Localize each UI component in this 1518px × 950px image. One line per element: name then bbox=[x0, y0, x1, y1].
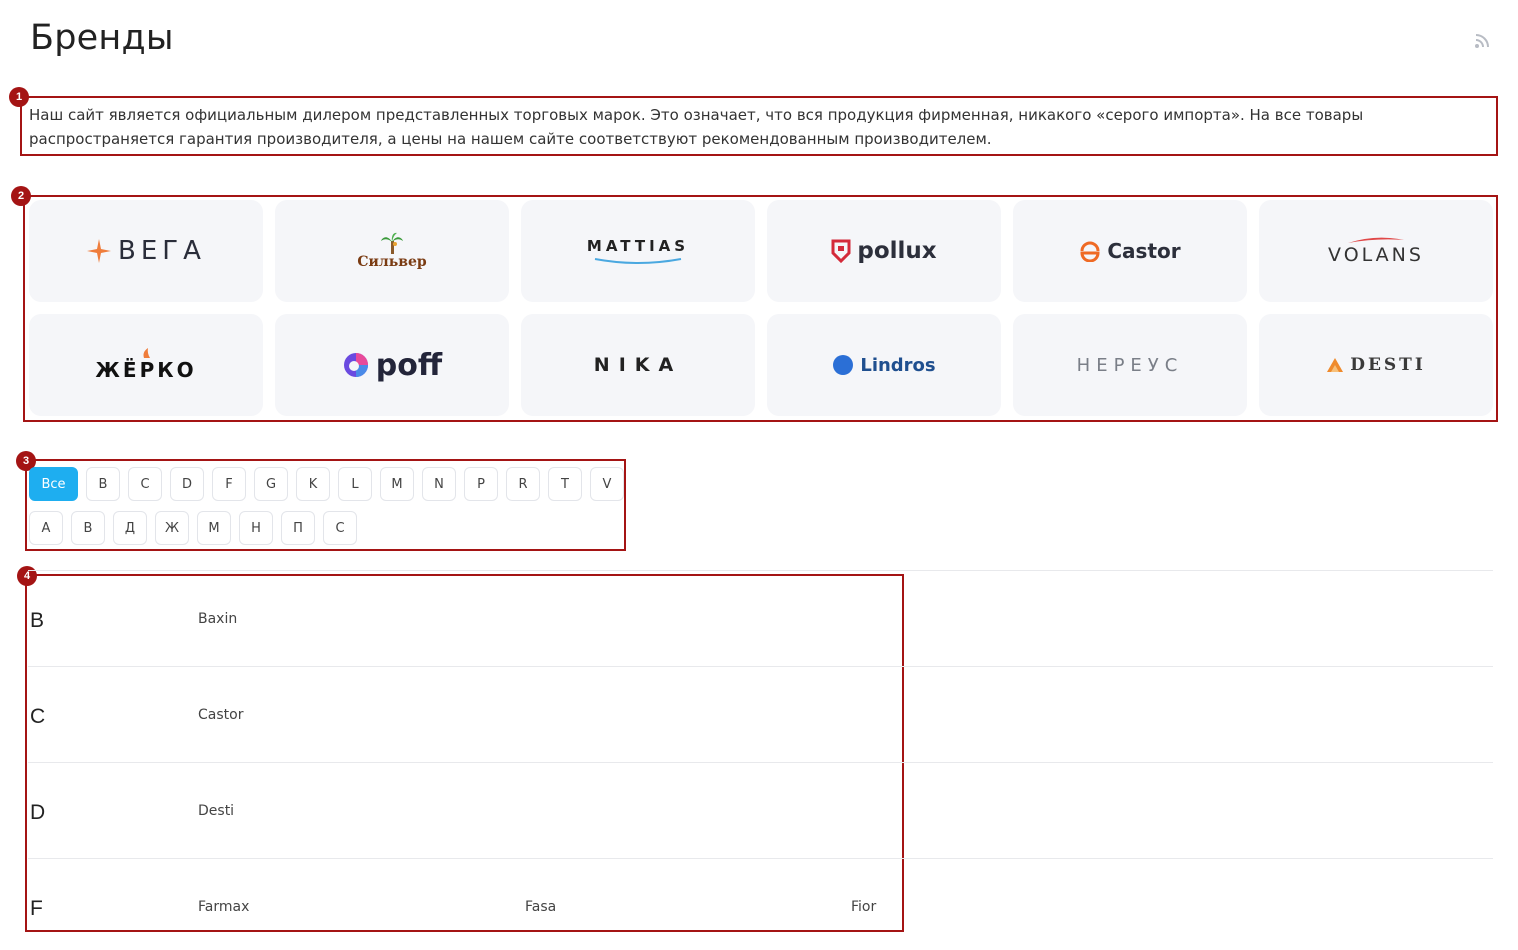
filter-chip[interactable]: С bbox=[323, 511, 357, 545]
annotation-number-2: 2 bbox=[11, 186, 31, 206]
brand-link[interactable]: Fior bbox=[851, 899, 876, 915]
filter-chip[interactable]: K bbox=[296, 467, 330, 501]
brand-name: poff bbox=[375, 347, 443, 383]
swirl-icon bbox=[343, 353, 368, 377]
brand-name: pollux bbox=[857, 238, 937, 264]
brand-card-pollux[interactable]: pollux bbox=[767, 200, 1001, 302]
brand-name: Lindros bbox=[860, 354, 936, 376]
filter-chip[interactable]: В bbox=[71, 511, 105, 545]
filter-chip[interactable]: P bbox=[464, 467, 498, 501]
brand-name: НЕРЕУС bbox=[1076, 354, 1184, 376]
brand-letter-list: B Baxin C Castor D Desti F Farmax Fasa F… bbox=[28, 570, 1493, 950]
letter-filters: Все B C D F G K L M N P R T V А В Д Ж М … bbox=[29, 467, 624, 555]
letter-heading: F bbox=[30, 897, 43, 920]
filter-chip[interactable]: V bbox=[590, 467, 624, 501]
wave-icon bbox=[594, 258, 682, 264]
filter-chip[interactable]: Н bbox=[239, 511, 273, 545]
brand-card-nereus[interactable]: НЕРЕУС bbox=[1013, 314, 1247, 416]
flame-icon bbox=[143, 348, 150, 358]
brand-name: NIKA bbox=[593, 354, 683, 376]
leaf-icon bbox=[833, 355, 854, 375]
filter-chip[interactable]: Д bbox=[113, 511, 147, 545]
filter-chip[interactable]: B bbox=[86, 467, 120, 501]
brand-card-vega[interactable]: ВЕГА bbox=[29, 200, 263, 302]
brand-name: Castor bbox=[1107, 239, 1181, 263]
brand-card-silver[interactable]: Сильвер bbox=[275, 200, 509, 302]
letter-heading: D bbox=[30, 801, 46, 824]
brand-link[interactable]: Baxin bbox=[198, 611, 237, 627]
brand-card-zherko[interactable]: ЖЁРКО bbox=[29, 314, 263, 416]
filter-chip[interactable]: G bbox=[254, 467, 288, 501]
letter-group: C Castor bbox=[28, 666, 1493, 762]
brand-name: ВЕГА bbox=[118, 236, 206, 266]
filter-chip[interactable]: C bbox=[128, 467, 162, 501]
shield-icon bbox=[831, 239, 851, 263]
brand-link[interactable]: Desti bbox=[198, 803, 234, 819]
brand-card-volans[interactable]: VOLANS bbox=[1259, 200, 1493, 302]
brand-card-castor[interactable]: Castor bbox=[1013, 200, 1247, 302]
filter-chip[interactable]: Ж bbox=[155, 511, 189, 545]
annotation-number-1: 1 bbox=[9, 87, 29, 107]
filter-chip[interactable]: T bbox=[548, 467, 582, 501]
mountain-icon bbox=[1327, 358, 1344, 372]
letter-group: F Farmax Fasa Fior bbox=[28, 858, 1493, 950]
brand-logo-grid: ВЕГА Сильвер MATTIAS pollux Castor VOLAN… bbox=[29, 200, 1493, 416]
filter-chip[interactable]: R bbox=[506, 467, 540, 501]
filter-row-latin: Все B C D F G K L M N P R T V bbox=[29, 467, 624, 501]
rss-icon[interactable] bbox=[1473, 30, 1493, 50]
brand-name: MATTIAS bbox=[586, 237, 690, 255]
filter-chip[interactable]: M bbox=[380, 467, 414, 501]
brand-card-desti[interactable]: DESTI bbox=[1259, 314, 1493, 416]
page-title: Бренды bbox=[30, 18, 174, 58]
brand-name: VOLANS bbox=[1328, 244, 1424, 266]
filter-chip[interactable]: D bbox=[170, 467, 204, 501]
filter-chip[interactable]: N bbox=[422, 467, 456, 501]
swoosh-icon bbox=[1347, 237, 1404, 243]
pot-icon bbox=[1080, 241, 1100, 262]
star-icon bbox=[87, 239, 112, 263]
palm-icon bbox=[380, 232, 403, 254]
brand-link[interactable]: Fasa bbox=[525, 899, 556, 915]
letter-group: D Desti bbox=[28, 762, 1493, 858]
filter-row-cyrillic: А В Д Ж М Н П С bbox=[29, 511, 624, 545]
filter-chip[interactable]: L bbox=[338, 467, 372, 501]
brand-name: Сильвер bbox=[357, 254, 427, 270]
brand-card-nika[interactable]: NIKA bbox=[521, 314, 755, 416]
brand-link[interactable]: Castor bbox=[198, 707, 243, 723]
filter-chip-all[interactable]: Все bbox=[29, 467, 78, 501]
brand-card-lindros[interactable]: Lindros bbox=[767, 314, 1001, 416]
letter-heading: B bbox=[30, 609, 45, 632]
letter-heading: C bbox=[30, 705, 46, 728]
brand-card-poff[interactable]: poff bbox=[275, 314, 509, 416]
brand-card-mattias[interactable]: MATTIAS bbox=[521, 200, 755, 302]
filter-chip[interactable]: М bbox=[197, 511, 231, 545]
filter-chip[interactable]: F bbox=[212, 467, 246, 501]
brand-link[interactable]: Farmax bbox=[198, 899, 249, 915]
intro-text: Наш сайт является официальным дилером пр… bbox=[29, 106, 1364, 148]
brand-name: DESTI bbox=[1350, 355, 1426, 375]
filter-chip[interactable]: П bbox=[281, 511, 315, 545]
filter-chip[interactable]: А bbox=[29, 511, 63, 545]
letter-group: B Baxin bbox=[28, 570, 1493, 666]
brand-name: ЖЁРКО bbox=[95, 358, 197, 382]
